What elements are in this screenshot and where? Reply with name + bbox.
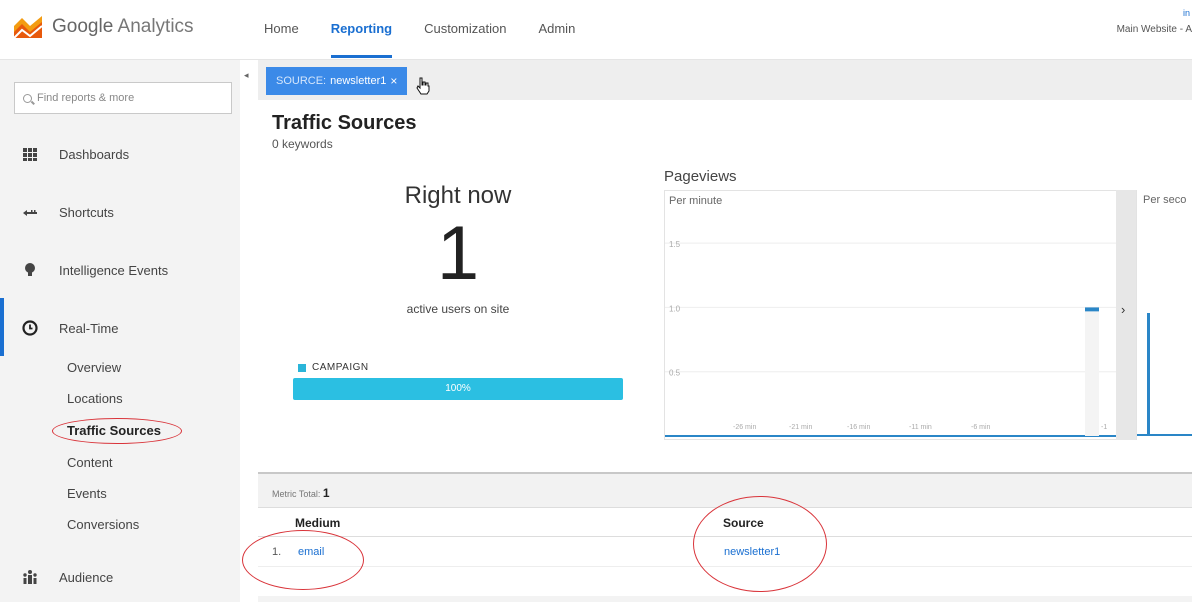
campaign-legend-label: CAMPAIGN	[312, 362, 369, 373]
sidebar-item-shortcuts[interactable]: Shortcuts	[0, 192, 240, 232]
hand-cursor-icon	[416, 77, 430, 95]
remove-filter-icon[interactable]: ×	[390, 74, 397, 88]
pageviews-bar-shade	[1085, 311, 1099, 436]
y-tick-label: 0.5	[669, 369, 681, 378]
sidebar-item-label: Intelligence Events	[59, 262, 169, 278]
sidebar-sub-content[interactable]: Content	[67, 455, 113, 470]
sidebar-item-dashboards[interactable]: Dashboards	[0, 134, 240, 174]
annotation-circle-source	[693, 496, 827, 592]
active-users-label: active users on site	[406, 302, 510, 316]
column-header-medium[interactable]: Medium	[295, 516, 340, 530]
sidebar-item-audience[interactable]: Audience	[0, 557, 240, 597]
y-tick-label: 1.5	[669, 240, 681, 249]
per-second-chart: Per seco	[1136, 190, 1192, 440]
sidebar-item-label: Audience	[59, 569, 114, 585]
shortcuts-icon	[23, 210, 37, 216]
sidebar-item-intelligence-events[interactable]: Intelligence Events	[0, 250, 240, 290]
pageviews-bar	[1085, 307, 1099, 312]
analytics-logo-icon	[13, 16, 43, 39]
search-icon	[23, 93, 32, 103]
lightbulb-icon	[25, 263, 35, 276]
page-title: Traffic Sources	[272, 112, 417, 134]
dashboards-icon	[23, 148, 37, 161]
chart-expand-handle[interactable]: ›	[1116, 190, 1136, 440]
main-nav: Home Reporting Customization Admin	[264, 21, 607, 58]
annotation-circle-traffic-sources	[52, 418, 182, 444]
per-minute-chart: Per minute 1.5 1.0 0.5 -26 min -21 min -16 mi…	[664, 190, 1117, 440]
page-subtitle: 0 keywords	[272, 137, 333, 151]
metric-total-label: Metric Total:	[272, 489, 321, 499]
filter-bar: SOURCE: newsletter1 ×	[258, 60, 1192, 100]
chevron-right-icon: ›	[1121, 302, 1126, 317]
x-tick-label: -1	[1101, 424, 1107, 431]
sidebar-item-label: Dashboards	[59, 146, 130, 162]
y-tick-label: 1.0	[669, 304, 681, 313]
x-tick-label: -21 min	[789, 424, 812, 431]
sidebar: Find reports & more Dashboards Shortcuts…	[0, 60, 240, 602]
right-now-title: Right now	[404, 182, 512, 209]
x-tick-label: -11 min	[909, 424, 932, 431]
per-minute-chart-svg: 1.5 1.0 0.5 -26 min -21 min -16 min -11 min -6 …	[665, 240, 1117, 437]
nav-home[interactable]: Home	[264, 21, 299, 36]
campaign-swatch	[298, 363, 306, 372]
x-tick-label: -16 min	[847, 424, 870, 431]
sidebar-item-label: Real-Time	[59, 320, 119, 336]
filter-value: newsletter1	[330, 75, 387, 87]
x-tick-label: -26 min	[733, 424, 756, 431]
filter-key: SOURCE:	[276, 75, 327, 87]
google-analytics-logo[interactable]: Google Analytics	[12, 14, 194, 40]
campaign-bar[interactable]: 100%	[293, 378, 623, 400]
search-placeholder: Find reports & more	[37, 92, 135, 104]
sidebar-sub-events[interactable]: Events	[67, 486, 107, 501]
account-selector[interactable]: in Main Website - A	[1082, 8, 1192, 35]
campaign-legend: CAMPAIGN	[298, 362, 369, 373]
sidebar-sub-overview[interactable]: Overview	[67, 360, 121, 375]
nav-customization[interactable]: Customization	[424, 21, 506, 36]
per-second-bar	[1147, 313, 1150, 435]
clock-icon	[22, 320, 38, 336]
account-name: in	[1182, 8, 1190, 18]
audience-icon	[23, 570, 37, 584]
filter-chip[interactable]: SOURCE: newsletter1 ×	[266, 67, 408, 95]
annotation-circle-medium	[242, 530, 364, 590]
sidebar-sub-conversions[interactable]: Conversions	[67, 517, 139, 532]
main-content: SOURCE: newsletter1 × Traffic Sources 0 …	[242, 60, 1192, 602]
top-bar: Google Analytics Home Reporting Customiz…	[0, 0, 1192, 60]
per-second-chart-svg	[1137, 313, 1192, 436]
metric-total-value: 1	[322, 486, 330, 500]
active-users-count: 1	[436, 211, 480, 296]
nav-reporting[interactable]: Reporting	[330, 21, 393, 58]
sidebar-item-real-time[interactable]: Real-Time	[0, 298, 240, 356]
nav-admin[interactable]: Admin	[538, 21, 575, 36]
collapse-sidebar-icon[interactable]: ◂	[244, 70, 249, 81]
bottom-divider	[258, 596, 1192, 602]
property-name: Main Website - A	[1116, 24, 1192, 35]
right-now-panel: Right now 1 active users on site	[368, 182, 548, 316]
search-input[interactable]: Find reports & more	[14, 82, 232, 114]
logo-text: Google Analytics	[52, 16, 194, 37]
sidebar-item-label: Shortcuts	[59, 204, 114, 220]
x-tick-label: -6 min	[971, 424, 991, 431]
sidebar-sub-locations[interactable]: Locations	[67, 391, 123, 406]
pageviews-title: Pageviews	[664, 168, 737, 185]
